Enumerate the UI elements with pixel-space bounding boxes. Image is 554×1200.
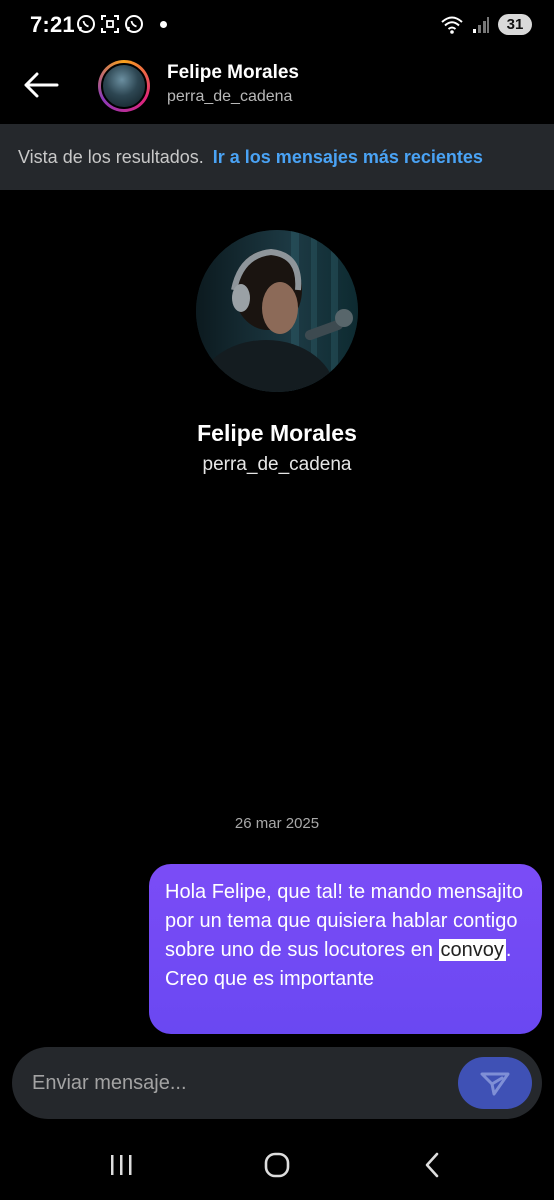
- profile-photo: [196, 230, 358, 392]
- recents-button[interactable]: [101, 1150, 141, 1180]
- results-view-text: Vista de los resultados.: [18, 146, 204, 167]
- back-icon: [425, 1152, 439, 1178]
- home-button[interactable]: [257, 1150, 297, 1180]
- send-icon: [480, 1072, 510, 1096]
- system-back-button[interactable]: [412, 1150, 452, 1180]
- send-button[interactable]: [458, 1057, 532, 1109]
- header-avatar[interactable]: [98, 60, 150, 112]
- message-date-separator: 26 mar 2025: [234, 815, 320, 832]
- battery-indicator: 31: [498, 14, 532, 35]
- message-input[interactable]: [32, 1061, 452, 1105]
- status-bar: 7:21 31: [0, 0, 554, 52]
- whatsapp-icon: [125, 15, 143, 33]
- header-contact-username[interactable]: perra_de_cadena: [167, 88, 292, 106]
- results-banner: Vista de los resultados. Ir a los mensaj…: [0, 124, 554, 190]
- status-system-icons: 31: [440, 14, 532, 35]
- more-notifications-dot: [160, 20, 167, 28]
- sent-message-bubble[interactable]: Hola Felipe, que tal! te mando mensajito…: [149, 864, 542, 1034]
- chat-header: Felipe Morales perra_de_cadena: [0, 52, 554, 122]
- signal-icon: [473, 16, 489, 33]
- recents-icon: [111, 1155, 132, 1175]
- go-to-recent-messages-link[interactable]: Ir a los mensajes más recientes: [213, 147, 483, 168]
- status-time: 7:21: [30, 12, 75, 37]
- screenshot-icon: [101, 15, 119, 33]
- profile-name: Felipe Morales: [197, 420, 357, 446]
- back-arrow-icon: [24, 72, 59, 98]
- home-icon: [264, 1152, 290, 1178]
- status-notification-icons: [76, 14, 167, 34]
- system-navigation-bar: [0, 1130, 554, 1200]
- back-button[interactable]: [20, 64, 62, 106]
- whatsapp-icon: [77, 15, 95, 33]
- profile-username: perra_de_cadena: [202, 454, 352, 475]
- message-composer: [12, 1047, 542, 1119]
- header-contact-name[interactable]: Felipe Morales: [167, 62, 299, 84]
- search-highlight: convoy: [438, 939, 506, 961]
- wifi-icon: [441, 16, 463, 34]
- profile-avatar[interactable]: [196, 230, 358, 392]
